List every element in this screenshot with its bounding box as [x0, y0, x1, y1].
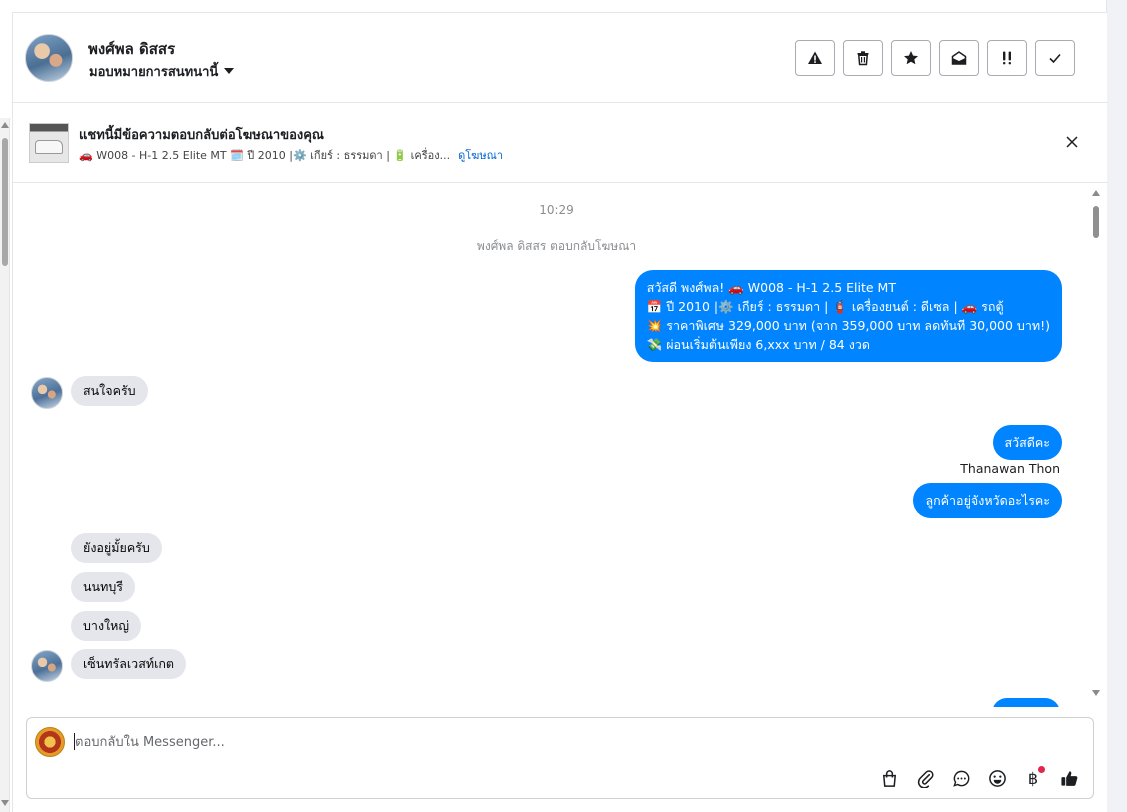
baht-icon: ฿: [1027, 768, 1039, 788]
contact-avatar[interactable]: [25, 34, 73, 82]
star-button[interactable]: [891, 40, 931, 76]
caret-down-icon: [224, 68, 235, 74]
envelope-open-icon: [951, 51, 967, 65]
warning-icon: [808, 51, 822, 64]
thread-scrollbar[interactable]: [1092, 190, 1100, 696]
conversation-actions: [795, 40, 1075, 76]
notification-dot: [1038, 766, 1045, 773]
message-line: สวัสดี พงศ์พล! 🚗 W008 - H-1 2.5 Elite MT: [646, 280, 896, 295]
star-icon: [904, 51, 918, 65]
contact-avatar-small[interactable]: [31, 650, 63, 682]
outgoing-message-partial[interactable]: [992, 698, 1060, 707]
incoming-message[interactable]: ยังอยู่มั้ยครับ: [71, 533, 162, 563]
contact-name[interactable]: พงศ์พล ดิสสร: [88, 37, 175, 61]
payment-button[interactable]: ฿: [1021, 766, 1045, 790]
conversation-panel: พงศ์พล ดิสสร มอบหมายการสนทนานี้ แชทนี้มี…: [12, 12, 1108, 812]
conversation-header: พงศ์พล ดิสสร มอบหมายการสนทนานี้: [13, 13, 1108, 103]
saved-replies-button[interactable]: [949, 766, 973, 790]
follow-up-button[interactable]: [987, 40, 1027, 76]
ad-context-banner: แชทนี้มีข้อความตอบกลับต่อโฆษณาของคุณ 🚗 W…: [13, 103, 1108, 183]
view-ad-link[interactable]: ดูโฆษณา: [458, 149, 503, 162]
incoming-message[interactable]: เซ็นทรัลเวสท์เกต: [71, 649, 187, 679]
scroll-thumb[interactable]: [1093, 206, 1099, 238]
ad-summary-line: 🚗 W008 - H-1 2.5 Elite MT 🗓️ ปี 2010 |⚙️…: [79, 146, 503, 164]
emoji-button[interactable]: [985, 766, 1009, 790]
composer-tools: ฿: [877, 766, 1081, 790]
attach-button[interactable]: [913, 766, 937, 790]
reply-input[interactable]: [75, 732, 875, 752]
delete-button[interactable]: [843, 40, 883, 76]
scroll-thumb[interactable]: [2, 138, 8, 266]
outgoing-message-ad-reply[interactable]: สวัสดี พงศ์พล! 🚗 W008 - H-1 2.5 Elite MT…: [634, 270, 1062, 362]
done-button[interactable]: [1035, 40, 1075, 76]
text-cursor: [74, 733, 75, 750]
contact-avatar-small[interactable]: [31, 377, 63, 409]
scroll-down-arrow[interactable]: [1092, 690, 1100, 696]
message-thread[interactable]: 10:29 พงศ์พล ดิสสร ตอบกลับโฆษณา สวัสดี พ…: [13, 184, 1108, 707]
message-line: 📅 ปี 2010 |⚙️ เกียร์ : ธรรมดา | 🧯 เครื่อ…: [646, 299, 1004, 314]
ad-summary: 🚗 W008 - H-1 2.5 Elite MT 🗓️ ปี 2010 |⚙️…: [79, 149, 451, 162]
messenger-inbox-view: พงศ์พล ดิสสร มอบหมายการสนทนานี้ แชทนี้มี…: [0, 0, 1127, 812]
shopping-bag-icon: [882, 769, 896, 787]
scroll-down-arrow[interactable]: [1, 800, 9, 806]
shopping-bag-button[interactable]: [877, 766, 901, 790]
sender-name: Thanawan Thon: [960, 461, 1060, 476]
van-image: [35, 140, 63, 154]
close-icon[interactable]: [1064, 134, 1080, 150]
incoming-message[interactable]: บางใหญ่: [71, 611, 142, 641]
report-button[interactable]: [795, 40, 835, 76]
double-exclamation-icon: [1003, 51, 1011, 65]
message-composer: ฿: [26, 717, 1094, 799]
message-line: 💸 ผ่อนเริ่มต้นเพียง 6,xxx บาท / 84 งวด: [646, 337, 870, 352]
outgoing-message[interactable]: ลูกค้าอยู่จังหวัดอะไรคะ: [913, 483, 1062, 518]
paperclip-icon: [917, 769, 934, 788]
ad-banner-title: แชทนี้มีข้อความตอบกลับต่อโฆษณาของคุณ: [79, 128, 324, 143]
scroll-up-arrow[interactable]: [1, 122, 9, 128]
outgoing-message[interactable]: สวัสดีคะ: [992, 425, 1062, 460]
mark-unread-button[interactable]: [939, 40, 979, 76]
page-scrollbar[interactable]: [0, 118, 10, 812]
check-icon: [1049, 53, 1061, 64]
emoji-icon: [988, 769, 1006, 787]
incoming-message[interactable]: สนใจครับ: [71, 376, 148, 406]
timestamp: 10:29: [539, 203, 574, 217]
side-panel-edge: [1106, 0, 1127, 812]
like-button[interactable]: [1057, 766, 1081, 790]
assign-conversation-dropdown[interactable]: มอบหมายการสนทนานี้: [89, 61, 235, 82]
thumbs-up-icon: [1060, 770, 1077, 786]
assign-label: มอบหมายการสนทนานี้: [89, 65, 219, 80]
message-line: 💥 ราคาพิเศษ 329,000 บาท (จาก 359,000 บาท…: [646, 318, 1050, 333]
system-message: พงศ์พล ดิสสร ตอบกลับโฆษณา: [476, 239, 637, 253]
trash-icon: [857, 51, 869, 66]
page-avatar: [35, 727, 65, 757]
chat-bubble-icon: [952, 770, 969, 787]
ad-thumbnail[interactable]: [29, 123, 69, 163]
scroll-up-arrow[interactable]: [1092, 190, 1100, 196]
incoming-message[interactable]: นนทบุรี: [71, 572, 135, 602]
